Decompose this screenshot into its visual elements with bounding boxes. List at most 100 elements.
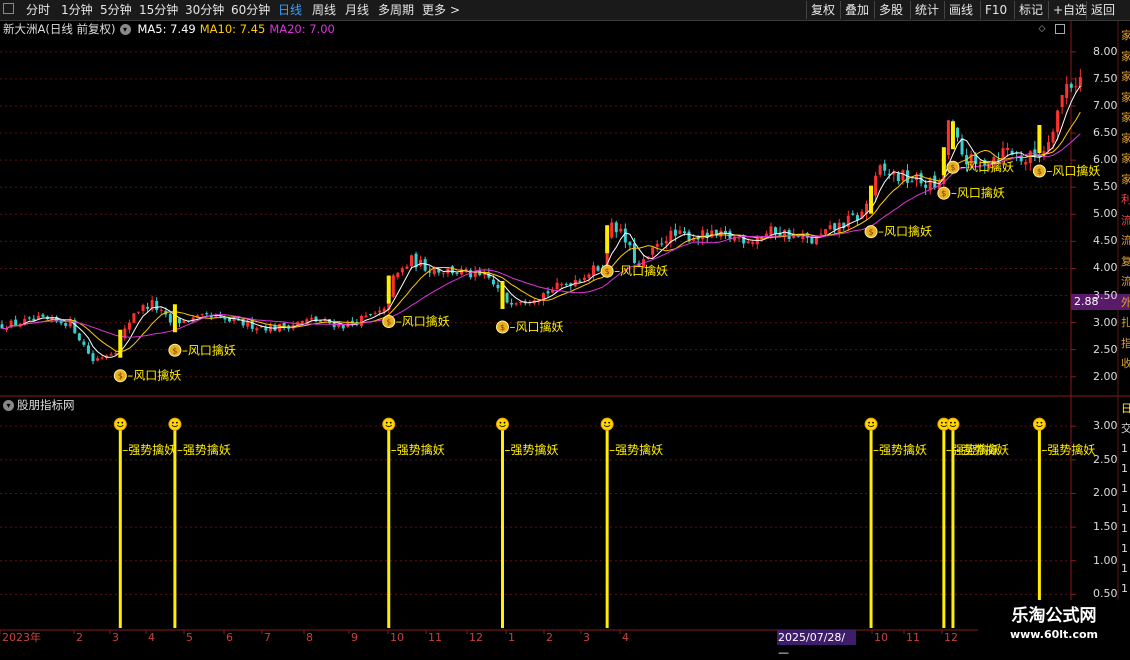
candle-body — [146, 306, 150, 309]
signal-label: –风口擒妖 — [127, 368, 181, 383]
candle-body — [341, 324, 345, 329]
edge-text: 家 — [1121, 111, 1130, 124]
candle-body — [519, 301, 523, 304]
smiley-eye — [1036, 421, 1039, 424]
edge-sub-text: 1 — [1121, 522, 1128, 535]
candle-body — [655, 243, 659, 247]
candle-body — [177, 318, 181, 324]
indicator-tick-label: 1.50 — [1093, 520, 1118, 534]
maximize-icon[interactable] — [1055, 24, 1065, 34]
smiley-eye — [503, 421, 506, 424]
edge-sub-text: 交 — [1121, 422, 1130, 435]
smiley-eye — [117, 421, 120, 424]
signal-label: –风口擒妖 — [878, 224, 932, 239]
candle-body — [619, 228, 623, 232]
candle-body — [205, 313, 209, 315]
signal-bar — [118, 329, 123, 358]
price-tick-label: 4.50 — [1093, 234, 1118, 248]
candle-body — [1065, 84, 1069, 99]
candle-body — [410, 255, 413, 267]
candle-body — [268, 325, 272, 332]
price-tick-label: 6.50 — [1093, 126, 1118, 140]
candle-body — [419, 259, 423, 266]
candle-body — [564, 283, 568, 285]
candle-body — [678, 230, 682, 234]
candle-body — [64, 323, 68, 326]
candle-body — [956, 127, 959, 138]
stock-title: 新大洲A(日线 前复权) — [3, 22, 116, 36]
indicator-label: –强势擒妖 — [122, 442, 176, 457]
candle-body — [514, 303, 518, 305]
kline-chart[interactable]: $ –风口擒妖 $ –风口擒妖 $ –风口擒妖 $ –风口擒妖 $ –风口擒妖 $ –风口擒妖 $ –风口… — [0, 0, 1130, 650]
smiley-eye — [499, 421, 502, 424]
candle-body — [610, 222, 614, 238]
candle-body — [851, 213, 855, 215]
diamond-icon[interactable]: ◇ — [1037, 24, 1047, 34]
candle-body — [373, 312, 377, 314]
candle-body — [596, 266, 600, 271]
smiley-eye — [1040, 421, 1043, 424]
smiley-eye — [608, 421, 611, 424]
candle-body — [450, 266, 454, 274]
smiley-icon — [864, 417, 878, 431]
candle-body — [1024, 162, 1028, 165]
smiley-icon — [168, 417, 182, 431]
candle-body — [391, 275, 395, 297]
money-bag-glyph: $ — [172, 346, 177, 355]
signal-label: –风口擒妖 — [510, 319, 564, 334]
candle-body — [1056, 110, 1060, 133]
candle-body — [660, 243, 664, 245]
indicator-label: –强势擒妖 — [873, 442, 927, 457]
edge-text: 指 — [1121, 336, 1130, 350]
smiley-eye — [954, 421, 956, 424]
indicator-label: –强势擒妖 — [609, 442, 663, 457]
candle-body — [137, 311, 140, 313]
candle-body — [701, 230, 705, 240]
date-tick-label: 2 — [546, 631, 553, 644]
candle-body — [896, 173, 900, 182]
ma20-label: MA20: 7.00 — [269, 22, 335, 36]
indicator-tick-label: 2.50 — [1093, 452, 1118, 466]
candle-body — [924, 184, 928, 188]
candle-body — [1006, 148, 1010, 151]
candle-body — [455, 272, 459, 274]
signal-label: –风口擒妖 — [614, 263, 668, 278]
settings-toggle-icon[interactable]: ▾ — [119, 24, 131, 35]
indicator-tick-label: 0.50 — [1093, 587, 1118, 601]
indicator-label: –强势擒妖 — [505, 442, 559, 457]
indicator-toggle-icon[interactable]: ▾ — [3, 400, 14, 411]
main-chart-header: 新大洲A(日线 前复权) ▾ MA5: 7.49 MA10: 7.45 MA20: 7.… — [3, 21, 335, 37]
candle-body — [82, 341, 86, 345]
date-tick-label: 3 — [583, 631, 590, 644]
smiley-eye — [872, 421, 874, 424]
edge-text: 家 — [1121, 90, 1130, 104]
signal-bar — [500, 280, 505, 309]
smiley-eye — [172, 421, 174, 424]
candle-body — [555, 282, 559, 290]
signal-bar — [386, 275, 391, 304]
edge-text: 利 — [1121, 193, 1130, 206]
edge-sub-text: 1 — [1121, 582, 1128, 595]
money-bag-glyph: $ — [869, 228, 874, 237]
candle-body — [828, 225, 832, 230]
money-bag-glyph: $ — [605, 267, 610, 276]
candle-body — [255, 328, 259, 331]
candle-body — [27, 317, 31, 319]
candle-body — [824, 229, 828, 235]
smiley-eye — [121, 421, 124, 424]
signal-bar — [172, 304, 177, 333]
candle-body — [91, 353, 95, 362]
candle-body — [1060, 95, 1064, 108]
candle-body — [946, 120, 950, 156]
price-tick-label: 3.50 — [1093, 288, 1118, 302]
indicator-tick-label: 2.00 — [1093, 486, 1118, 500]
candle-body — [132, 313, 136, 323]
smiley-eye — [940, 421, 943, 424]
watermark-title: 乐淘公式网 — [1011, 606, 1097, 626]
price-tick-label: 2.00 — [1093, 369, 1118, 383]
date-tick-label: 4 — [622, 631, 629, 644]
edge-text: 流 — [1121, 275, 1130, 288]
candle-body — [96, 358, 100, 361]
candle-body — [769, 226, 773, 236]
edge-sub-text: 1 — [1121, 442, 1128, 455]
